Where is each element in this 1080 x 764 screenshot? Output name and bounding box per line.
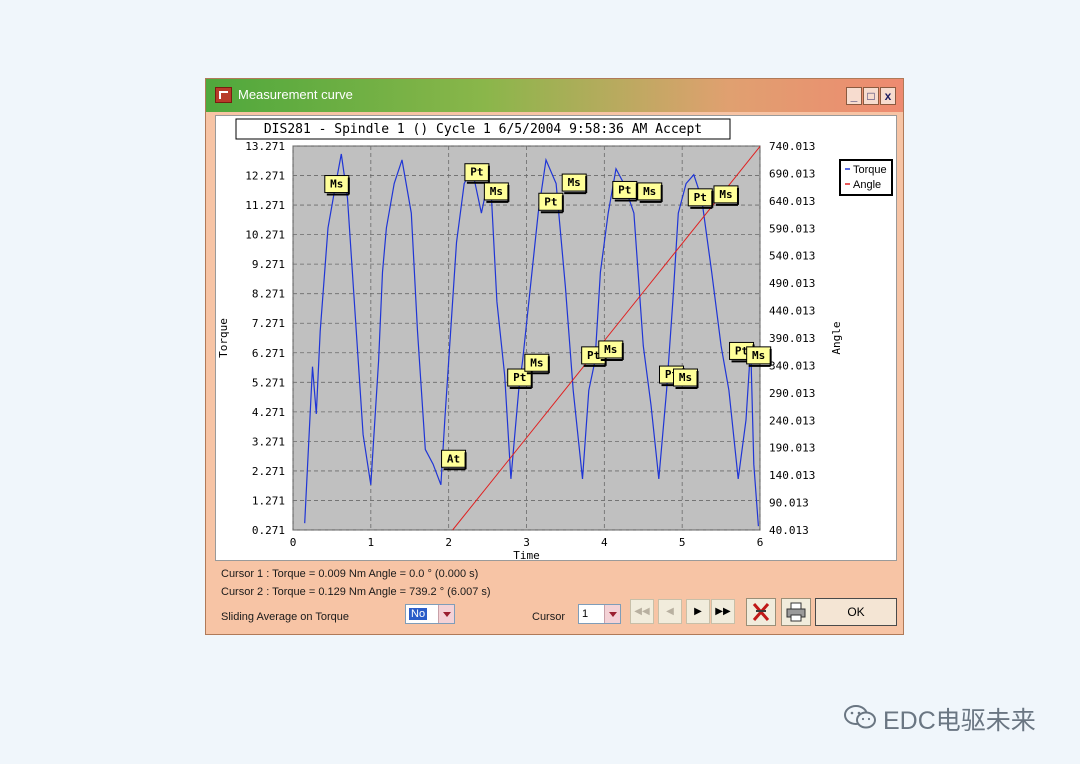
y-tick-left: 8.271 [252,288,285,301]
y-tick-right: 40.013 [769,524,809,537]
y-tick-left: 2.271 [252,465,285,478]
y-tick-left: 13.271 [245,140,285,153]
marker-label: Ms [490,185,503,198]
y-tick-right: 190.013 [769,442,815,455]
marker-label: Ms [679,371,692,384]
chevron-down-icon[interactable] [604,605,620,623]
cursor-value: 1 [582,608,589,620]
clear-cursor-button[interactable] [746,598,776,626]
cursor-clear-icon [752,603,770,621]
y-tick-right: 90.013 [769,497,809,510]
close-button[interactable]: x [880,87,896,105]
y-tick-left: 6.271 [252,347,285,360]
prev-button[interactable]: ◀ [658,599,682,624]
wechat-icon [844,705,876,729]
cursor-label: Cursor [532,611,566,623]
y-tick-right: 340.013 [769,359,815,372]
last-button[interactable]: ▶▶ [711,599,735,624]
y-tick-left: 3.271 [252,435,285,448]
maximize-button[interactable]: □ [863,87,879,105]
marker-label: Pt [544,195,557,208]
sliding-average-label: Sliding Average on Torque [221,611,350,623]
app-icon [215,87,232,103]
ok-button[interactable]: OK [815,598,897,626]
y-tick-right: 690.013 [769,167,815,180]
legend-item: Angle [853,179,881,191]
marker-label: Ms [604,343,617,356]
title-bar[interactable]: Measurement curve _ □ x [206,79,903,112]
sliding-average-select[interactable]: No [405,604,455,624]
x-tick: 0 [290,536,297,549]
y-tick-left: 5.271 [252,376,285,389]
y-tick-right: 590.013 [769,222,815,235]
cursor1-readout: Cursor 1 : Torque = 0.009 Nm Angle = 0.0… [221,568,479,580]
marker-label: Ms [330,178,343,191]
y-axis-label-left: Torque [217,318,230,358]
y-tick-right: 440.013 [769,305,815,318]
y-tick-right: 640.013 [769,195,815,208]
chevron-down-icon[interactable] [438,605,454,623]
marker-label: At [447,452,460,465]
marker-label: Pt [618,183,631,196]
marker-label: Pt [694,191,707,204]
y-tick-right: 140.013 [769,469,815,482]
cursor2-readout: Cursor 2 : Torque = 0.129 Nm Angle = 739… [221,586,491,598]
printer-icon [786,602,806,622]
print-button[interactable] [781,598,811,626]
y-tick-left: 0.271 [252,524,285,537]
plot-panel: DIS281 - Spindle 1 () Cycle 1 6/5/2004 9… [215,115,897,561]
measurement-curve-window: Measurement curve _ □ x DIS281 - Spindle… [205,78,904,635]
y-tick-right: 240.013 [769,414,815,427]
next-button[interactable]: ▶ [686,599,710,624]
x-tick: 6 [757,536,764,549]
y-tick-left: 4.271 [252,406,285,419]
chart-title: DIS281 - Spindle 1 () Cycle 1 6/5/2004 9… [264,122,702,137]
first-button[interactable]: ◀◀ [630,599,654,624]
x-tick: 2 [445,536,452,549]
cursor-select[interactable]: 1 [578,604,621,624]
x-tick: 1 [368,536,375,549]
y-tick-left: 7.271 [252,317,285,330]
marker-label: Ms [568,176,581,189]
x-axis-label: Time [513,549,540,560]
y-tick-right: 740.013 [769,140,815,153]
x-tick: 5 [679,536,686,549]
y-axis-label-right: Angle [830,321,843,354]
marker-label: Ms [643,185,656,198]
x-tick: 4 [601,536,608,549]
marker-label: Ms [530,356,543,369]
y-tick-left: 12.271 [245,170,285,183]
marker-label: Ms [719,188,732,201]
y-tick-left: 9.271 [252,258,285,271]
marker-label: Ms [752,349,765,362]
y-tick-left: 10.271 [245,229,285,242]
y-tick-right: 390.013 [769,332,815,345]
minimize-button[interactable]: _ [846,87,862,105]
measurement-chart: DIS281 - Spindle 1 () Cycle 1 6/5/2004 9… [217,118,893,560]
marker-label: Pt [513,371,526,384]
window-title: Measurement curve [238,87,353,102]
watermark-text: EDC电驱未来 [883,707,1036,735]
y-tick-right: 290.013 [769,387,815,400]
sliding-average-value: No [409,608,428,620]
y-tick-right: 540.013 [769,250,815,263]
marker-label: Pt [470,166,483,179]
y-tick-left: 11.271 [245,199,285,212]
y-tick-left: 1.271 [252,494,285,507]
x-tick: 3 [523,536,530,549]
y-tick-right: 490.013 [769,277,815,290]
legend-item: Torque [853,164,887,176]
